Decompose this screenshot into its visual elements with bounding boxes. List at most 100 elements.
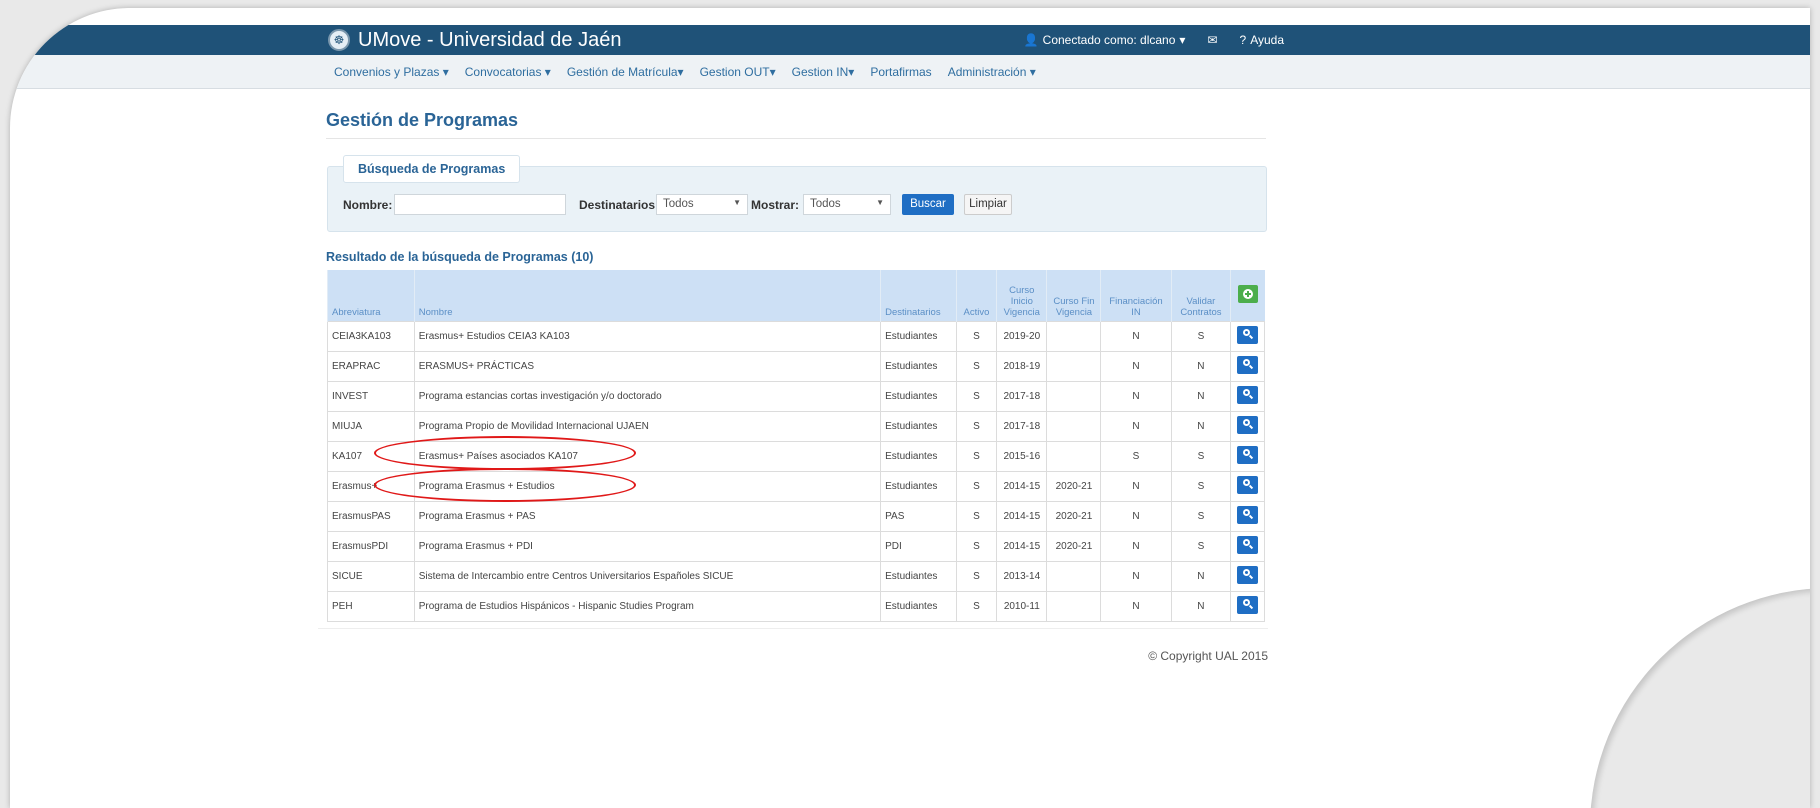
view-button[interactable] bbox=[1237, 566, 1259, 584]
column-header[interactable]: Abreviatura bbox=[327, 270, 415, 322]
menu-item[interactable]: Convocatorias ▾ bbox=[457, 65, 559, 79]
table-cell: 2020-21 bbox=[1046, 471, 1102, 502]
view-button[interactable] bbox=[1237, 596, 1259, 614]
column-header[interactable]: Destinatarios bbox=[880, 270, 957, 322]
table-cell: Estudiantes bbox=[880, 591, 957, 622]
table-cell: 2019-20 bbox=[996, 321, 1048, 352]
menu-item[interactable]: Gestion IN▾ bbox=[784, 65, 863, 79]
action-cell bbox=[1230, 501, 1265, 532]
table-cell: N bbox=[1100, 351, 1172, 382]
table-cell: S bbox=[955, 321, 998, 352]
column-header[interactable]: Curso Inicio Vigencia bbox=[996, 270, 1047, 322]
connected-as-label: Conectado como: dlcano bbox=[1042, 33, 1176, 47]
table-cell: Programa de Estudios Hispánicos - Hispan… bbox=[413, 591, 882, 622]
table-cell: N bbox=[1170, 411, 1232, 442]
column-header[interactable]: Validar Contratos bbox=[1170, 270, 1231, 322]
column-header[interactable]: Financiación IN bbox=[1100, 270, 1171, 322]
menu-item[interactable]: Portafirmas bbox=[862, 65, 939, 79]
destinatarios-value: Todos bbox=[663, 198, 694, 210]
view-button[interactable] bbox=[1237, 446, 1259, 464]
destinatarios-select[interactable]: Todos ▼ bbox=[656, 194, 748, 215]
mail-button[interactable]: ✉ bbox=[1207, 33, 1217, 47]
table-cell bbox=[1046, 561, 1102, 592]
brand[interactable]: ☸ UMove - Universidad de Jaén bbox=[328, 28, 621, 52]
table-cell: CEIA3KA103 bbox=[327, 321, 415, 352]
table-cell bbox=[1046, 411, 1102, 442]
view-button[interactable] bbox=[1237, 476, 1259, 494]
table-cell: S bbox=[1170, 321, 1232, 352]
table-row: INVEST Programa estancias cortas investig… bbox=[327, 381, 1265, 412]
annotation-ellipse bbox=[374, 436, 636, 470]
table-cell: 2020-21 bbox=[1046, 501, 1102, 532]
search-icon-handle bbox=[1249, 454, 1254, 460]
destinatarios-label: Destinatarios: bbox=[579, 198, 660, 212]
app-header: ☸ UMove - Universidad de Jaén 👤 Conectado… bbox=[10, 25, 1810, 55]
caret-down-icon: ▼ bbox=[733, 198, 741, 207]
plus-circle-icon bbox=[1242, 289, 1253, 299]
table-cell: MIUJA bbox=[327, 411, 415, 442]
table-cell: S bbox=[955, 531, 998, 562]
chevron-down-icon: ▾ bbox=[1179, 33, 1186, 47]
app-title: UMove - Universidad de Jaén bbox=[358, 28, 622, 51]
limpiar-button[interactable]: Limpiar bbox=[964, 194, 1012, 215]
view-button[interactable] bbox=[1237, 326, 1259, 344]
column-header[interactable]: Activo bbox=[955, 270, 997, 322]
column-header[interactable]: Nombre bbox=[413, 270, 881, 322]
table-cell: ErasmusPAS bbox=[327, 501, 415, 532]
table-cell: S bbox=[955, 561, 998, 592]
action-cell bbox=[1230, 411, 1265, 442]
search-icon-handle bbox=[1249, 514, 1254, 520]
table-cell: 2014-15 bbox=[996, 471, 1048, 502]
table-cell: N bbox=[1100, 591, 1172, 622]
table-cell: PAS bbox=[880, 501, 957, 532]
nombre-input[interactable] bbox=[394, 194, 566, 215]
buscar-button[interactable]: Buscar bbox=[902, 194, 954, 215]
table-cell: 2017-18 bbox=[996, 411, 1048, 442]
help-icon: ? bbox=[1239, 33, 1247, 47]
search-icon-handle bbox=[1249, 574, 1254, 580]
results-title: Resultado de la búsqueda de Programas (1… bbox=[326, 250, 594, 264]
table-cell: Sistema de Intercambio entre Centros Uni… bbox=[413, 561, 882, 592]
table-cell: 2020-21 bbox=[1046, 531, 1102, 562]
browser-frame: ☸ UMove - Universidad de Jaén 👤 Conectado… bbox=[10, 8, 1810, 808]
action-cell bbox=[1230, 381, 1265, 412]
table-cell: Programa Erasmus + PAS bbox=[413, 501, 882, 532]
table-cell: 2018-19 bbox=[996, 351, 1048, 382]
table-cell: S bbox=[955, 441, 998, 472]
table-cell: N bbox=[1100, 411, 1172, 442]
view-button[interactable] bbox=[1237, 356, 1259, 374]
table-cell: S bbox=[1170, 471, 1232, 502]
menu-item[interactable]: Gestión de Matrícula▾ bbox=[559, 65, 692, 79]
table-cell: N bbox=[1100, 321, 1172, 352]
table-cell: S bbox=[1170, 501, 1232, 532]
table-row: ErasmusPDI Programa Erasmus + PDI PDI S 2014… bbox=[327, 531, 1265, 562]
view-button[interactable] bbox=[1237, 536, 1259, 554]
mostrar-value: Todos bbox=[810, 198, 841, 210]
university-logo-icon: ☸ bbox=[328, 29, 350, 51]
menu-item[interactable]: Administración ▾ bbox=[940, 65, 1044, 79]
table-cell: ERASMUS+ PRÁCTICAS bbox=[413, 351, 882, 382]
action-cell bbox=[1230, 321, 1265, 352]
menu-item[interactable]: Convenios y Plazas ▾ bbox=[326, 65, 457, 79]
table-cell: SICUE bbox=[327, 561, 415, 592]
mostrar-select[interactable]: Todos ▼ bbox=[803, 194, 891, 215]
table-cell: N bbox=[1100, 501, 1172, 532]
table-cell bbox=[1046, 591, 1102, 622]
table-cell: Programa Erasmus + PDI bbox=[413, 531, 882, 562]
view-button[interactable] bbox=[1237, 386, 1259, 404]
search-icon-handle bbox=[1249, 334, 1254, 340]
view-button[interactable] bbox=[1237, 416, 1259, 434]
divider bbox=[326, 138, 1266, 139]
view-button[interactable] bbox=[1237, 506, 1259, 524]
add-button[interactable] bbox=[1237, 285, 1258, 303]
table-cell: Estudiantes bbox=[880, 561, 957, 592]
table-cell: N bbox=[1170, 351, 1232, 382]
main-menu: Convenios y Plazas ▾ Convocatorias ▾ Gesti… bbox=[10, 55, 1810, 89]
column-header[interactable]: Curso Fin Vigencia bbox=[1046, 270, 1101, 322]
table-cell: Estudiantes bbox=[880, 381, 957, 412]
menu-item[interactable]: Gestion OUT▾ bbox=[692, 65, 784, 79]
page-title: Gestión de Programas bbox=[326, 110, 519, 130]
annotation-ellipse bbox=[374, 468, 636, 502]
user-menu[interactable]: 👤 Conectado como: dlcano ▾ bbox=[1024, 33, 1186, 47]
help-button[interactable]: ? Ayuda bbox=[1240, 33, 1285, 47]
